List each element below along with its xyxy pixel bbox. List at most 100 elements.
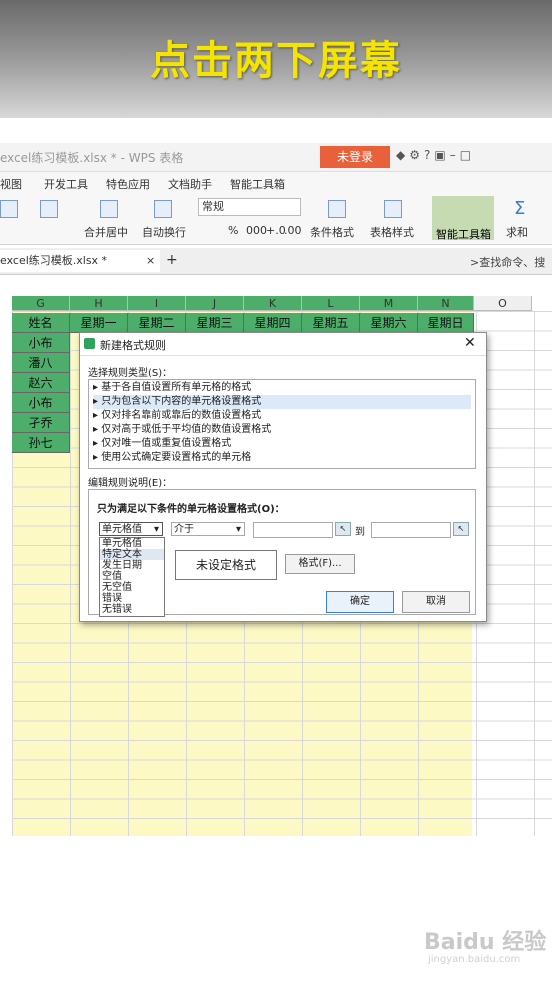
banner-text: 点击两下屏幕 — [150, 38, 402, 84]
dropdown-option[interactable]: 错误 — [100, 593, 164, 604]
sigma-icon[interactable]: Σ — [514, 198, 525, 219]
menu-view[interactable]: 视图 — [0, 176, 22, 192]
menu-bar: 视图 开发工具 特色应用 文档助手 智能工具箱 — [0, 172, 552, 194]
condition-heading: 只为满足以下条件的单元格设置格式(O)： — [97, 504, 285, 515]
menu-features[interactable]: 特色应用 — [106, 176, 150, 192]
document-tab-bar: excel练习模板.xlsx * × + >查找命令、搜 — [0, 248, 552, 275]
dialog-title: 新建格式规则 — [100, 339, 166, 352]
header-cell[interactable]: 星期五 — [302, 313, 360, 333]
login-button[interactable]: 未登录 — [320, 146, 390, 168]
column-header-h[interactable]: H — [70, 296, 128, 311]
header-cell[interactable]: 星期一 — [70, 313, 128, 333]
menu-doc-assistant[interactable]: 文档助手 — [168, 176, 212, 192]
format-button[interactable]: 格式(F)... — [285, 554, 355, 574]
rule-type-item[interactable]: ▸ 仅对唯一值或重复值设置格式 — [93, 437, 471, 451]
rule-type-item[interactable]: ▸ 仅对排名靠前或靠后的数值设置格式 — [93, 409, 471, 423]
close-icon[interactable]: ✕ — [464, 335, 476, 351]
menu-developer[interactable]: 开发工具 — [44, 176, 88, 192]
dropdown-arrow-icon: ▾ — [235, 524, 241, 535]
column-header-o[interactable]: O — [474, 296, 532, 311]
new-tab-icon[interactable]: + — [166, 252, 178, 268]
dropdown-option[interactable]: 无空值 — [100, 582, 164, 593]
dropdown-option-hover[interactable]: 特定文本 — [100, 549, 164, 560]
rule-type-item[interactable]: ▸ 使用公式确定要设置格式的单元格 — [93, 451, 471, 465]
settings-icon[interactable]: ⚙ — [409, 148, 424, 162]
conditional-format-icon[interactable] — [328, 200, 346, 218]
align-justify-icon[interactable] — [40, 200, 58, 218]
header-cell[interactable]: 星期三 — [186, 313, 244, 333]
column-header-n[interactable]: N — [418, 296, 474, 311]
column-header-m[interactable]: M — [360, 296, 418, 311]
name-cell[interactable]: 孑乔 — [12, 413, 70, 433]
min-value-input[interactable] — [253, 522, 333, 538]
rule-type-item[interactable]: ▸ 基于各自值设置所有单元格的格式 — [93, 381, 471, 395]
wrap-icon[interactable] — [154, 200, 172, 218]
condition-type-select[interactable]: 单元格值 ▾ — [99, 522, 163, 536]
close-tab-icon[interactable]: × — [146, 250, 155, 272]
increase-decimal-button[interactable]: +.0 — [266, 224, 286, 237]
name-cell[interactable]: 小布 — [12, 393, 70, 413]
table-style-button[interactable]: 表格样式 — [370, 224, 414, 240]
header-cell[interactable]: 星期二 — [128, 313, 186, 333]
wrap-text-button[interactable]: 自动换行 — [142, 224, 186, 240]
ok-button[interactable]: 确定 — [326, 591, 394, 613]
header-cell[interactable]: 星期六 — [360, 313, 418, 333]
dropdown-arrow-icon: ▾ — [153, 524, 159, 535]
dropdown-option[interactable]: 空值 — [100, 571, 164, 582]
merge-center-button[interactable]: 合并居中 — [84, 224, 128, 240]
document-tab-label: excel练习模板.xlsx * — [0, 254, 108, 267]
smart-tools-highlight[interactable]: 智能工具箱 — [432, 196, 494, 242]
help-icon[interactable]: ? — [424, 148, 434, 162]
minimize-icon[interactable]: – — [450, 148, 460, 162]
header-cell[interactable]: 姓名 — [12, 313, 70, 333]
restore-icon[interactable]: ▣ — [434, 148, 449, 162]
column-header-l[interactable]: L — [302, 296, 360, 311]
table-style-icon[interactable] — [384, 200, 402, 218]
skin-icon[interactable]: ◆ — [396, 148, 409, 162]
merge-icon[interactable] — [100, 200, 118, 218]
max-value-input[interactable] — [371, 522, 451, 538]
dropdown-option[interactable]: 单元格值 — [100, 538, 164, 549]
column-header-j[interactable]: J — [186, 296, 244, 311]
dropdown-option[interactable]: 发生日期 — [100, 560, 164, 571]
decrease-decimal-button[interactable]: .00 — [284, 224, 302, 237]
command-search[interactable]: >查找命令、搜 — [470, 254, 545, 270]
header-cell[interactable]: 星期四 — [244, 313, 302, 333]
maximize-icon[interactable]: □ — [460, 148, 475, 162]
wps-logo-icon — [84, 338, 95, 349]
to-label: 到 — [355, 527, 365, 538]
align-left-icon[interactable] — [0, 200, 18, 218]
operator-select[interactable]: 介于 ▾ — [171, 522, 245, 536]
window-title: excel练习模板.xlsx * - WPS 表格 — [0, 151, 184, 165]
condition-type-dropdown: 单元格值 特定文本 发生日期 空值 无空值 错误 无错误 — [99, 537, 165, 617]
titlebar-icons[interactable]: ◆⚙?▣–□ — [396, 148, 475, 162]
menu-smart-tools[interactable]: 智能工具箱 — [230, 176, 285, 192]
percent-button[interactable]: % — [228, 224, 238, 237]
rule-desc-label: 编辑规则说明(E)： — [88, 478, 173, 489]
range-picker-icon[interactable]: ↖ — [453, 522, 469, 536]
name-cell[interactable]: 赵六 — [12, 373, 70, 393]
sum-button[interactable]: 求和 — [506, 224, 528, 240]
new-format-rule-dialog: 新建格式规则 ✕ 选择规则类型(S)： ▸ 基于各自值设置所有单元格的格式 ▸ … — [79, 332, 487, 622]
conditional-format-button[interactable]: 条件格式 — [310, 224, 354, 240]
comma-style-button[interactable]: 000 — [246, 224, 267, 237]
document-tab[interactable]: excel练习模板.xlsx * × — [0, 250, 160, 272]
rule-type-item[interactable]: ▸ 仅对高于或低于平均值的数值设置格式 — [93, 423, 471, 437]
column-header-i[interactable]: I — [128, 296, 186, 311]
smart-tools-button[interactable]: 智能工具箱 — [436, 226, 491, 242]
number-format-select[interactable]: 常规 — [198, 198, 301, 216]
range-picker-icon[interactable]: ↖ — [335, 522, 351, 536]
column-header-k[interactable]: K — [244, 296, 302, 311]
name-cell[interactable]: 小布 — [12, 333, 70, 353]
rule-type-list: ▸ 基于各自值设置所有单元格的格式 ▸ 只为包含以下内容的单元格设置格式 ▸ 仅… — [88, 379, 476, 469]
name-cell[interactable]: 孙七 — [12, 433, 70, 453]
rule-type-item-selected[interactable]: ▸ 只为包含以下内容的单元格设置格式 — [93, 395, 471, 409]
cancel-button[interactable]: 取消 — [402, 591, 470, 613]
column-header-g[interactable]: G — [12, 296, 70, 311]
dropdown-option[interactable]: 无错误 — [100, 604, 164, 615]
name-cell[interactable]: 潘八 — [12, 353, 70, 373]
header-cell[interactable]: 星期日 — [418, 313, 474, 333]
format-preview: 未设定格式 — [175, 550, 277, 580]
rule-type-label: 选择规则类型(S)： — [88, 368, 173, 379]
dialog-titlebar: 新建格式规则 ✕ — [80, 333, 486, 356]
